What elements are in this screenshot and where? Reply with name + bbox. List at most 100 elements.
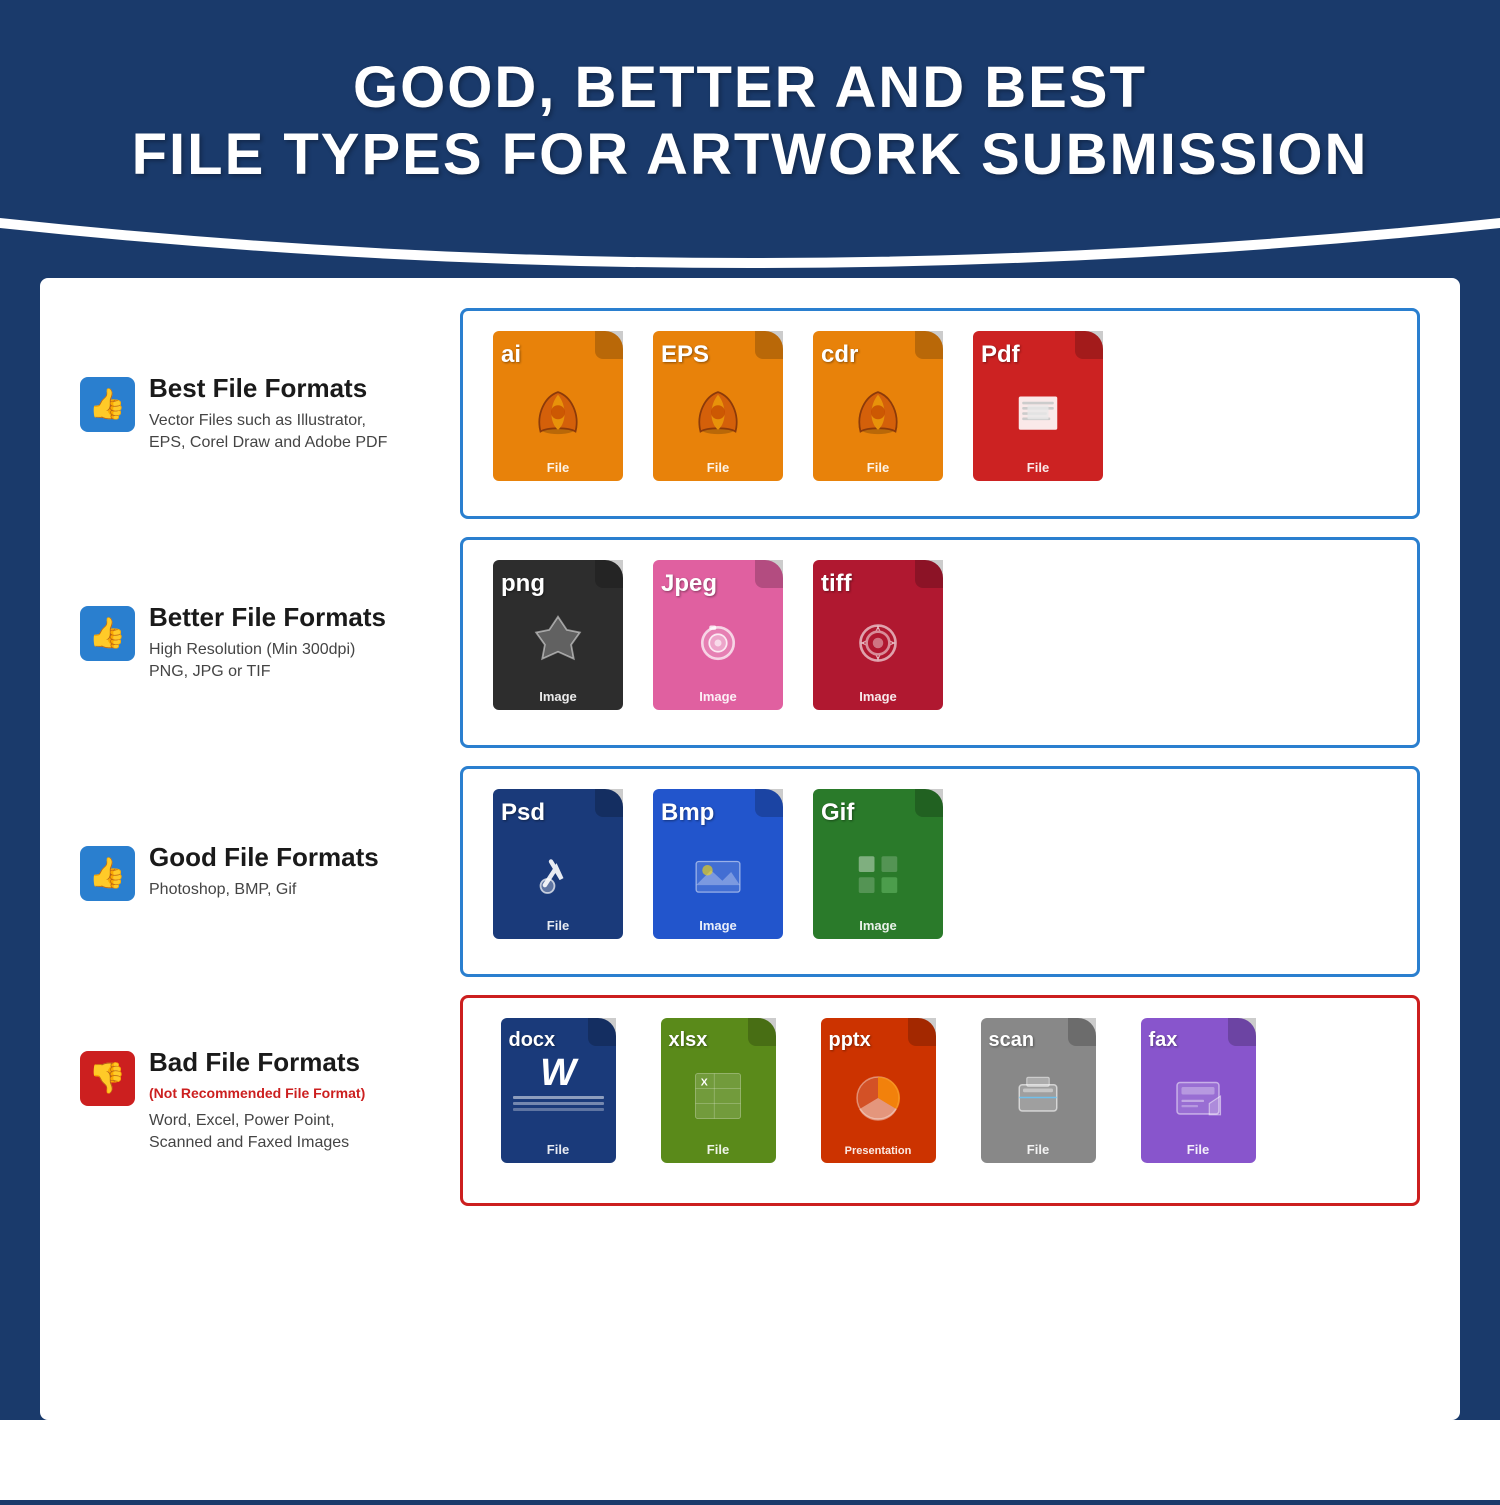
bad-desc: Word, Excel, Power Point,Scanned and Fax…	[149, 1110, 365, 1155]
png-corner	[595, 560, 623, 588]
psd-body: Psd File	[493, 789, 623, 939]
ai-ext: ai	[501, 343, 521, 367]
scan-body: scan File	[981, 1018, 1096, 1163]
best-label-desc: Best File Formats Vector Files such as I…	[149, 373, 387, 455]
file-icon-cdr: cdr File	[808, 331, 948, 496]
cdr-graphic	[843, 367, 913, 460]
pptx-ext: pptx	[829, 1030, 871, 1050]
header-title: GOOD, BETTER AND BEST FILE TYPES FOR ART…	[40, 55, 1460, 188]
cdr-body: cdr File	[813, 331, 943, 481]
better-left: 👍 Better File Formats High Resolution (M…	[80, 602, 460, 684]
bad-row: 👎 Bad File Formats (Not Recommended File…	[80, 995, 1420, 1206]
eps-ext: EPS	[661, 343, 709, 367]
ai-body: ai File	[493, 331, 623, 481]
gif-label: Image	[859, 918, 897, 933]
png-ext: png	[501, 572, 545, 596]
good-row: 👍 Good File Formats Photoshop, BMP, Gif …	[80, 766, 1420, 977]
better-label-desc: Better File Formats High Resolution (Min…	[149, 602, 386, 684]
file-icon-ai: ai File	[488, 331, 628, 496]
title-line1: GOOD, BETTER AND BEST	[353, 55, 1147, 120]
docx-ext: docx	[509, 1030, 556, 1050]
xlsx-label: File	[707, 1142, 729, 1157]
bmp-corner	[755, 789, 783, 817]
bottom-swoosh	[0, 1420, 1500, 1500]
psd-corner	[595, 789, 623, 817]
tiff-graphic	[843, 596, 913, 689]
bad-left: 👎 Bad File Formats (Not Recommended File…	[80, 1047, 460, 1154]
fax-corner	[1228, 1018, 1256, 1046]
tiff-ext: tiff	[821, 572, 852, 596]
bmp-body: Bmp Image	[653, 789, 783, 939]
tiff-body: tiff Image	[813, 560, 943, 710]
pdf-label: File	[1027, 460, 1049, 475]
bad-thumb: 👎	[89, 1061, 126, 1096]
bmp-graphic	[683, 825, 753, 918]
file-icon-psd: Psd File	[488, 789, 628, 954]
bmp-ext: Bmp	[661, 801, 714, 825]
file-icon-jpeg: Jpeg Image	[648, 560, 788, 725]
jpeg-graphic	[683, 596, 753, 689]
psd-label: File	[547, 918, 569, 933]
cdr-corner	[915, 331, 943, 359]
file-icon-eps: EPS File	[648, 331, 788, 496]
good-thumb-icon: 👍	[80, 846, 135, 901]
content-area: 👍 Best File Formats Vector Files such as…	[40, 278, 1460, 1420]
gif-body: Gif Image	[813, 789, 943, 939]
xlsx-graphic: X	[688, 1050, 748, 1142]
file-icon-xlsx: xlsx X File	[648, 1018, 788, 1183]
eps-corner	[755, 331, 783, 359]
eps-label: File	[707, 460, 729, 475]
file-icon-png: png Image	[488, 560, 628, 725]
fax-ext: fax	[1149, 1030, 1178, 1050]
best-row: 👍 Best File Formats Vector Files such as…	[80, 308, 1420, 519]
jpeg-corner	[755, 560, 783, 588]
jpeg-label: Image	[699, 689, 737, 704]
jpeg-ext: Jpeg	[661, 572, 717, 596]
best-desc: Vector Files such as Illustrator,EPS, Co…	[149, 410, 387, 455]
psd-graphic	[523, 825, 593, 918]
scan-graphic	[1008, 1050, 1068, 1142]
scan-corner	[1068, 1018, 1096, 1046]
best-thumb: 👍	[89, 387, 126, 422]
good-label: Good File Formats	[149, 842, 379, 873]
tiff-label: Image	[859, 689, 897, 704]
good-icons-area: Psd File Bmp	[460, 766, 1420, 977]
pptx-label: Presentation	[845, 1145, 912, 1157]
psd-ext: Psd	[501, 801, 545, 825]
file-icon-fax: fax File	[1128, 1018, 1268, 1183]
best-thumb-icon: 👍	[80, 377, 135, 432]
docx-graphic: W	[540, 1050, 576, 1096]
header: GOOD, BETTER AND BEST FILE TYPES FOR ART…	[0, 0, 1500, 218]
pdf-body: Pdf File	[973, 331, 1103, 481]
good-left: 👍 Good File Formats Photoshop, BMP, Gif	[80, 842, 460, 901]
ai-corner	[595, 331, 623, 359]
best-icons-area: ai File	[460, 308, 1420, 519]
gif-ext: Gif	[821, 801, 854, 825]
top-swoosh	[0, 218, 1500, 278]
file-icon-scan: scan File	[968, 1018, 1108, 1183]
jpeg-body: Jpeg Image	[653, 560, 783, 710]
xlsx-corner	[748, 1018, 776, 1046]
better-label: Better File Formats	[149, 602, 386, 633]
better-thumb: 👍	[89, 616, 126, 651]
better-desc: High Resolution (Min 300dpi)PNG, JPG or …	[149, 639, 386, 684]
tiff-corner	[915, 560, 943, 588]
good-thumb: 👍	[89, 856, 126, 891]
gif-corner	[915, 789, 943, 817]
file-icon-pdf: Pdf File	[968, 331, 1108, 496]
better-icons-area: png Image Jpeg	[460, 537, 1420, 748]
svg-text:X: X	[701, 1077, 708, 1089]
scan-label: File	[1027, 1142, 1049, 1157]
pptx-graphic	[848, 1050, 908, 1145]
docx-body: docx W File	[501, 1018, 616, 1163]
pptx-body: pptx Presentation	[821, 1018, 936, 1163]
pdf-graphic	[1003, 367, 1073, 460]
fax-label: File	[1187, 1142, 1209, 1157]
png-graphic	[523, 596, 593, 689]
cdr-label: File	[867, 460, 889, 475]
fax-graphic	[1168, 1050, 1228, 1142]
better-row: 👍 Better File Formats High Resolution (M…	[80, 537, 1420, 748]
eps-graphic	[683, 367, 753, 460]
bad-label-sub: (Not Recommended File Format)	[149, 1084, 365, 1104]
xlsx-ext: xlsx	[669, 1030, 708, 1050]
